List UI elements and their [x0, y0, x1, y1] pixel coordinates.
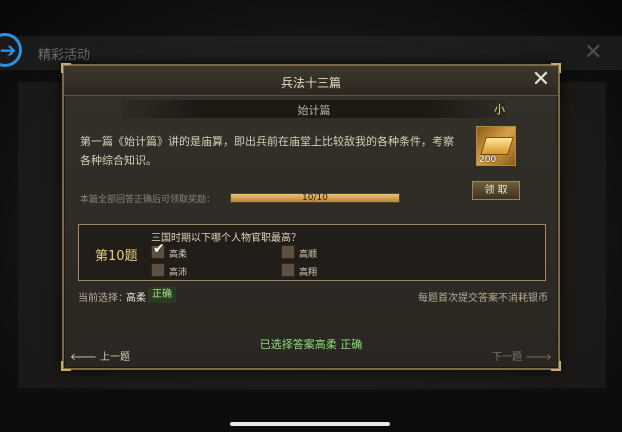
option-checkbox[interactable]: ✔ — [281, 263, 295, 277]
option-checkbox[interactable]: ✔ — [281, 245, 295, 259]
background-close-icon[interactable]: ✕ — [584, 42, 602, 64]
background-title: 精彩活动 — [38, 48, 91, 63]
current-selection-label: 当前选择： — [78, 293, 128, 304]
answer-result: 已选择答案高柔 正确 — [259, 338, 363, 351]
chapter-name: 始计篇 — [297, 104, 331, 117]
quiz-dialog: 兵法十三篇 ✕ 始计篇 小 第一篇《始计篇》讲的是庙算，即出兵前在庙堂上比较敌我… — [61, 63, 561, 371]
chapter-header: 始计篇 — [122, 100, 506, 118]
progress-label: 本篇全部回答正确后可领取奖励： — [80, 195, 216, 205]
chapter-extra-label: 小 — [494, 103, 505, 116]
game-screen: ➔ 精彩活动 ✕ 兵法十三篇 ✕ 始计篇 小 第一篇《始计篇》讲的是庙算，即出兵… — [0, 0, 622, 432]
silver-cost-notice: 每题首次提交答案不消耗银币 — [418, 293, 548, 304]
option-label: 高顺 — [299, 250, 318, 260]
option-checkbox[interactable]: ✔ — [151, 263, 165, 277]
progress-bar: 10/10 — [230, 193, 400, 203]
dialog-titlebar: 兵法十三篇 ✕ — [64, 66, 558, 96]
question-text: 三国时期以下哪个人物官职最高？ — [151, 233, 301, 244]
correct-badge: 正确 — [148, 287, 176, 303]
next-label: 下一题 — [492, 352, 522, 363]
previous-label: 上一题 — [100, 352, 130, 363]
option-label: 高翔 — [299, 268, 318, 278]
option-label: 高沛 — [169, 268, 188, 278]
next-question-button[interactable]: 下一题 🡒 — [492, 348, 552, 363]
current-selection-answer: 高柔 — [126, 293, 146, 304]
progress-text: 10/10 — [302, 193, 328, 203]
question-number: 第10题 — [95, 249, 138, 264]
question-box: 第10题 三国时期以下哪个人物官职最高？ ✔ 高柔 ✔ 高顺 ✔ 高沛 ✔ 高翔 — [78, 224, 546, 281]
close-icon[interactable]: ✕ — [530, 69, 552, 91]
reward-item[interactable]: 200 — [476, 126, 516, 166]
previous-question-button[interactable]: 🡐 上一题 — [70, 348, 130, 363]
arrow-right-icon: 🡒 — [522, 352, 552, 363]
gold-bar-icon — [480, 137, 514, 155]
claim-button[interactable]: 领 取 — [472, 181, 520, 200]
check-icon: ✔ — [153, 241, 165, 257]
dialog-title: 兵法十三篇 — [280, 76, 341, 90]
reward-count: 200 — [479, 155, 497, 165]
option-checkbox[interactable]: ✔ — [151, 241, 165, 259]
option-label: 高柔 — [169, 250, 188, 260]
chapter-description: 第一篇《始计篇》讲的是庙算，即出兵前在庙堂上比较敌我的各种条件，考察各种综合知识… — [80, 135, 454, 167]
corner-ornament — [551, 361, 561, 371]
home-indicator[interactable] — [230, 422, 390, 426]
arrow-left-icon: 🡐 — [70, 352, 100, 363]
